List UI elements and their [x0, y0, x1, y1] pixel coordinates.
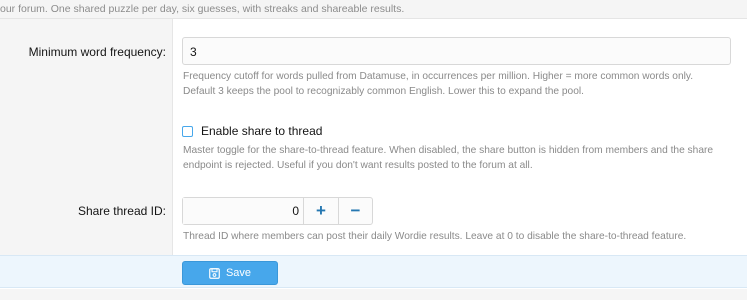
plus-icon: +: [316, 201, 326, 220]
min-word-frequency-explain-line1: Frequency cutoff for words pulled from D…: [183, 71, 694, 82]
share-thread-id-stepper: 0 + −: [182, 197, 373, 225]
share-thread-id-explain: Thread ID where members can post their d…: [183, 231, 687, 242]
min-word-frequency-label: Minimum word frequency:: [28, 45, 166, 59]
share-to-thread-option[interactable]: Enable share to thread: [182, 123, 322, 139]
share-to-thread-explain-line1: Master toggle for the share-to-thread fe…: [183, 145, 714, 156]
increment-button[interactable]: +: [304, 198, 338, 224]
page-description-text: our forum. One shared puzzle per day, si…: [0, 3, 405, 15]
save-button-label: Save: [225, 267, 252, 279]
share-thread-id-label: Share thread ID:: [77, 204, 166, 218]
min-word-frequency-input[interactable]: 3: [182, 37, 731, 65]
page-bottom: [0, 289, 747, 300]
save-button[interactable]: Save: [182, 261, 278, 285]
share-thread-id-input[interactable]: 0: [183, 198, 304, 224]
min-word-frequency-explain-line2: Default 3 keeps the pool to recognizably…: [183, 86, 584, 97]
save-icon: [209, 267, 220, 279]
page-description: our forum. One shared puzzle per day, si…: [0, 0, 747, 19]
min-word-frequency-explain: Frequency cutoff for words pulled from D…: [183, 69, 733, 99]
minus-icon: −: [350, 201, 361, 220]
decrement-button[interactable]: −: [338, 198, 372, 224]
share-to-thread-checkbox[interactable]: [182, 125, 193, 137]
share-to-thread-explain: Master toggle for the share-to-thread fe…: [183, 143, 733, 173]
share-to-thread-explain-line2: endpoint is rejected. Useful if you don'…: [183, 160, 533, 171]
share-to-thread-label[interactable]: Enable share to thread: [201, 124, 322, 138]
form-submit-row: Save: [0, 255, 747, 288]
